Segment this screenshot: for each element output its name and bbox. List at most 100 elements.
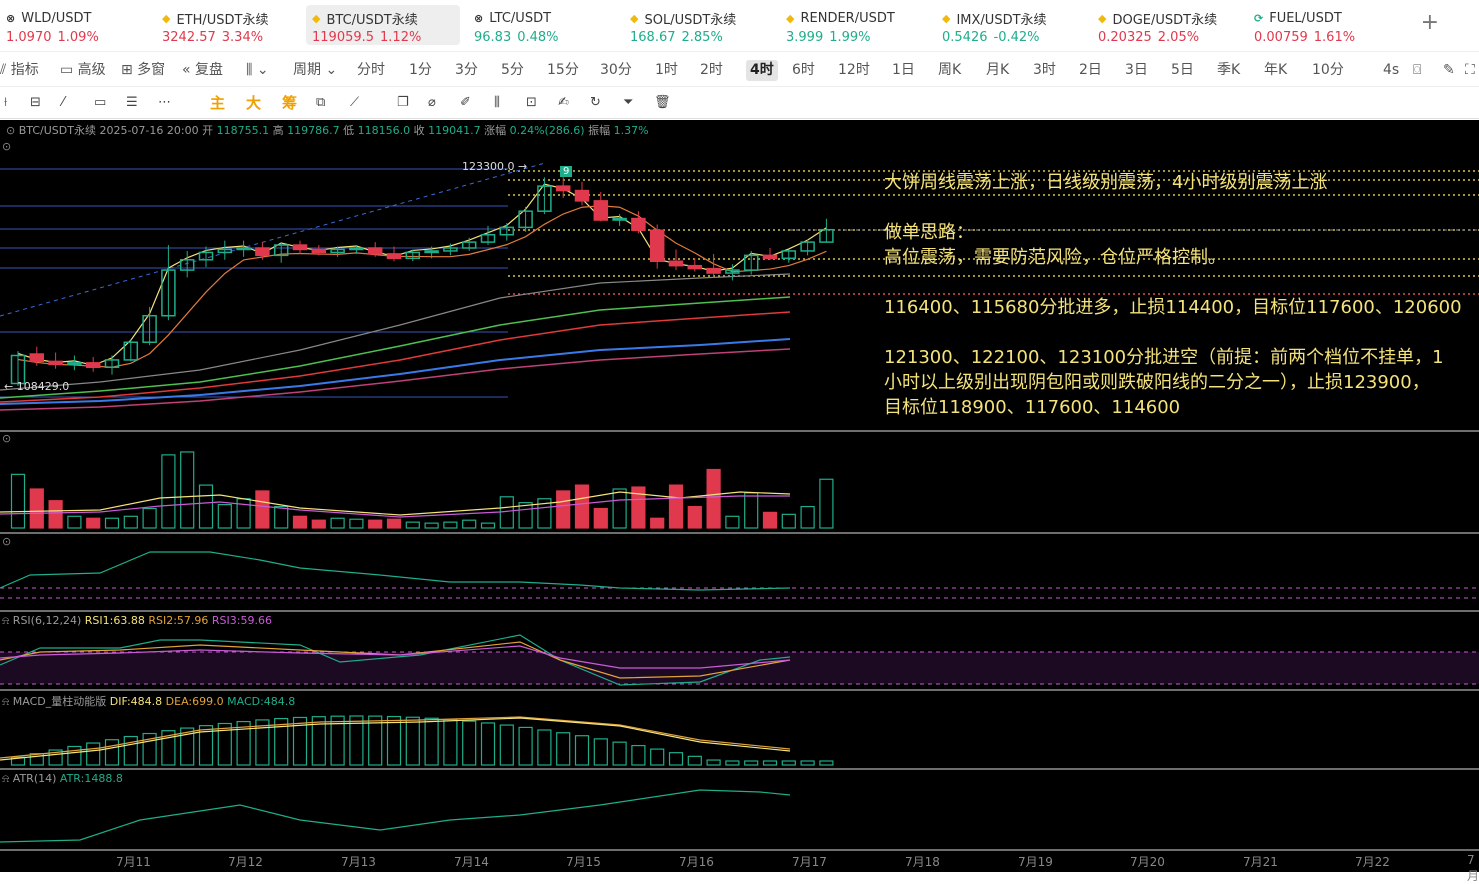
ticker-name: SOL/USDT永续	[644, 12, 737, 28]
timeframe-周K[interactable]: 周K	[938, 60, 961, 81]
candle-body	[311, 248, 327, 254]
ticker-fuelusdt[interactable]: ⟳ FUEL/USDT 0.00759 1.61%	[1248, 5, 1398, 46]
timeframe-12时[interactable]: 12时	[838, 60, 870, 81]
trendline-tool-icon[interactable]: ⁄	[62, 93, 64, 113]
candle-body	[29, 353, 45, 363]
timeframe-2日[interactable]: 2日	[1079, 60, 1102, 81]
candle-body	[649, 229, 665, 263]
ticker-price: 0.20325	[1098, 30, 1152, 45]
ticker-name: FUEL/USDT	[1269, 10, 1342, 26]
timeframe-季K[interactable]: 季K	[1217, 60, 1240, 81]
ticker-btcusdt[interactable]: ◆ BTC/USDT永续 119059.5 1.12%	[306, 5, 460, 45]
timeframe-3日[interactable]: 3日	[1125, 60, 1148, 81]
timeframe-月K[interactable]: 月K	[986, 60, 1009, 81]
fullscreen-icon[interactable]: ⛶	[1465, 60, 1475, 81]
chart-area[interactable]: ⊙ BTC/USDT永续 2025-07-16 20:00 开 118755.1…	[0, 120, 1479, 872]
fib-tool-icon[interactable]: ☰	[126, 93, 138, 113]
macd-bell-icon[interactable]: ⍾	[2, 695, 9, 708]
macd-bar	[781, 760, 796, 766]
edit-icon[interactable]: ✍	[558, 93, 569, 113]
rsi-bell-icon[interactable]: ⍾	[2, 614, 9, 627]
timeframe-5日[interactable]: 5日	[1171, 60, 1194, 81]
lock-icon[interactable]: ⊡	[526, 93, 537, 113]
timeframe-年K[interactable]: 年K	[1264, 60, 1287, 81]
big-indicator-button[interactable]: 大	[246, 93, 261, 113]
atr-bell-icon[interactable]: ⍾	[2, 772, 9, 785]
main-indicator-button[interactable]: 主	[210, 93, 225, 113]
expand-chevron-icon[interactable]: ⊙	[2, 140, 11, 153]
macd-bar	[631, 744, 646, 766]
pencil-icon[interactable]: ✎	[1443, 60, 1455, 81]
candle-body	[762, 254, 778, 260]
ticker-ethusdt[interactable]: ◆ ETH/USDT永续 3242.57 3.34%	[156, 5, 306, 46]
ticker-change: 2.05%	[1157, 30, 1200, 45]
timeframe-4时[interactable]: 4时	[746, 60, 778, 81]
cursor-icon[interactable]: ⟊	[4, 93, 7, 113]
legend-open: 118755.1	[216, 124, 270, 137]
copy-icon[interactable]: ❐	[397, 93, 409, 113]
macd-bar	[86, 742, 101, 766]
toolbar-4[interactable]: ⫼ ⌄	[246, 60, 269, 81]
toolbar-2[interactable]: ⊞ 多窗	[121, 60, 165, 81]
brush-icon[interactable]: ✐	[460, 93, 471, 113]
macd-bar	[556, 732, 571, 766]
macd-bar	[123, 735, 138, 766]
candle-body	[668, 260, 684, 267]
timeframe-4s[interactable]: 4s	[1383, 60, 1399, 81]
toolbar-1[interactable]: ▭ 高级	[60, 60, 106, 81]
timeframe-3分[interactable]: 3分	[455, 60, 478, 81]
timeframe-1时[interactable]: 1时	[655, 60, 678, 81]
timeframe-1分[interactable]: 1分	[409, 60, 432, 81]
ticker-dogeusdt[interactable]: ◆ DOGE/USDT永续 0.20325 2.05%	[1092, 5, 1242, 46]
timeframe-30分[interactable]: 30分	[600, 60, 632, 81]
trash-icon[interactable]: 🗑	[654, 93, 671, 113]
ticker-wldusdt[interactable]: ⊗ WLD/USDT 1.0970 1.09%	[0, 5, 150, 46]
ticker-change: 0.48%	[517, 30, 559, 45]
timeframe-15分[interactable]: 15分	[547, 60, 579, 81]
ma-10	[17, 205, 827, 368]
coin-icon: ◆	[786, 11, 795, 25]
ticker-name: IMX/USDT永续	[956, 12, 1047, 28]
ticker-renderusdt[interactable]: ◆ RENDER/USDT 3.999 1.99%	[780, 5, 930, 46]
volume-bar	[10, 473, 26, 529]
macd-bar	[612, 741, 627, 766]
legend-collapse-icon[interactable]: ⊙	[6, 124, 19, 137]
magnet-icon[interactable]: ⧉	[316, 93, 325, 113]
link-icon[interactable]: ⌀	[428, 93, 436, 113]
timeframe-6时[interactable]: 6时	[792, 60, 815, 81]
volume-bar	[255, 490, 270, 529]
more-tools-icon[interactable]: ⋯	[158, 93, 171, 113]
timeframe-分时[interactable]: 分时	[357, 60, 385, 81]
volume-pane-chevron-icon[interactable]: ⊙	[2, 432, 11, 445]
macd-bar	[537, 729, 552, 766]
ticker-ltcusdt[interactable]: ⊗ LTC/USDT 96.83 0.48%	[468, 5, 618, 46]
kdj-pane-chevron-icon[interactable]: ⊙	[2, 535, 11, 548]
coin-icon: ◆	[1098, 11, 1107, 25]
ticker-solusdt[interactable]: ◆ SOL/USDT永续 168.67 2.85%	[624, 5, 774, 46]
filter-icon[interactable]: ⏷	[623, 93, 633, 113]
camera-icon[interactable]: ⌼	[1413, 60, 1421, 81]
chip-indicator-button[interactable]: 筹	[282, 93, 297, 113]
timeframe-3时[interactable]: 3时	[1033, 60, 1056, 81]
timeframe-10分[interactable]: 10分	[1312, 60, 1344, 81]
volume-bar	[180, 451, 195, 529]
volume-bar	[405, 521, 420, 529]
bars-icon[interactable]: ⫼	[494, 93, 500, 113]
chart-canvas[interactable]	[0, 120, 1479, 872]
timeframe-2时[interactable]: 2时	[700, 60, 723, 81]
toolbar-0[interactable]: ⫽ 指标	[0, 60, 39, 81]
volume-bar	[236, 498, 251, 529]
coin-icon: ◆	[312, 11, 321, 25]
rotate-icon[interactable]: ↻	[590, 93, 601, 113]
rectangle-tool-icon[interactable]: ▭	[94, 93, 106, 113]
hline-tool-icon[interactable]: ⊟	[30, 93, 41, 113]
toolbar-3[interactable]: « 复盘	[182, 60, 223, 81]
candle-body	[593, 200, 609, 221]
add-ticker-icon[interactable]: +	[1421, 10, 1439, 35]
timeframe-1日[interactable]: 1日	[892, 60, 915, 81]
ticker-change: 1.61%	[1313, 30, 1356, 45]
measure-icon[interactable]: ⟋	[350, 93, 359, 113]
ticker-imxusdt[interactable]: ◆ IMX/USDT永续 0.5426 -0.42%	[936, 5, 1086, 46]
timeframe-5分[interactable]: 5分	[501, 60, 524, 81]
period-dropdown[interactable]: 周期 ⌄	[293, 60, 337, 81]
